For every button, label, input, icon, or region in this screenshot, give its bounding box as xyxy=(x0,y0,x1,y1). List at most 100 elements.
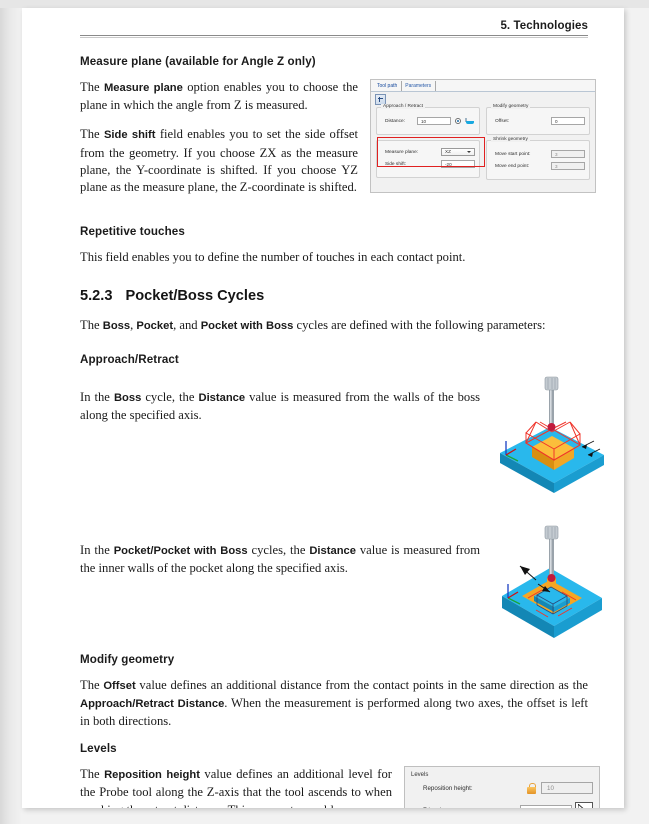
input-move-start-point[interactable]: 3 xyxy=(551,150,585,158)
heading-modify-geometry: Modify geometry xyxy=(80,653,588,666)
heading-repetitive-touches: Repetitive touches xyxy=(80,225,588,238)
screenshot-viewport: 5. Technologies Measure plane (available… xyxy=(0,0,649,824)
heading-measure-plane-text: Measure plane (available for Angle Z onl… xyxy=(80,55,316,68)
radio-direction[interactable] xyxy=(455,118,461,124)
tab-parameters[interactable]: Parameters xyxy=(402,81,437,91)
lock-icon[interactable] xyxy=(527,782,536,794)
p2-bold: Side shift xyxy=(103,129,156,142)
paragraph-measure-plane-1: The Measure plane option enables you to … xyxy=(80,79,358,114)
p1-bold: Measure plane xyxy=(103,82,183,94)
input-offset[interactable]: 0 xyxy=(551,117,585,125)
dropdown-measure-plane[interactable]: XZ xyxy=(441,148,475,156)
paragraph-pocket-distance: In the Pocket/Pocket with Boss cycles, t… xyxy=(80,542,480,577)
field-reposition-height: Reposition height: 10 xyxy=(411,782,593,795)
pb-b1: Boss xyxy=(102,320,131,333)
dialog-right-column: Modify geometry Offset: 0 Shrink geometr… xyxy=(486,104,590,185)
input-reposition-height[interactable]: 10 xyxy=(541,782,593,795)
pk-prefix: In the xyxy=(80,542,114,557)
group-title-shrink-geometry: Shrink geometry xyxy=(491,137,530,142)
group-title-modify-geometry: Modify geometry xyxy=(491,104,531,109)
measure-plane-text-column: The Measure plane option enables you to … xyxy=(80,79,358,208)
field-side-shift: Side shift: -20 xyxy=(381,160,475,168)
levels-group-title: Levels xyxy=(411,772,429,779)
pb-rest: cycles are defined with the following pa… xyxy=(293,318,546,333)
boss-probing-illustration xyxy=(500,376,604,493)
boss-text-column: In the Boss cycle, the Distance value is… xyxy=(80,375,480,436)
label-measure-plane: Measure plane: xyxy=(385,149,419,155)
dialog-tabstrip[interactable]: Tool path Parameters xyxy=(371,80,595,92)
pocket-probing-illustration xyxy=(502,525,602,638)
approach-direction-icon[interactable] xyxy=(464,118,475,125)
lv-b1: Reposition height xyxy=(104,769,200,782)
p2-prefix: The xyxy=(80,127,104,142)
input-side-shift[interactable]: -20 xyxy=(441,160,475,168)
label-side-shift: Side shift: xyxy=(385,161,407,167)
document-page: 5. Technologies Measure plane (available… xyxy=(22,8,624,808)
chevron-down-icon xyxy=(467,151,471,153)
group-approach-retract: Approach / Retract Distance: 10 xyxy=(376,104,480,135)
paragraph-modify-geometry: The Offset value defines an additional d… xyxy=(80,677,588,731)
pk-mid: cycles, the xyxy=(247,542,310,557)
heading-measure-plane: Measure plane (available for Angle Z onl… xyxy=(80,55,588,68)
mg-b1: Offset xyxy=(103,679,136,692)
pointer-cursor-icon xyxy=(575,802,593,808)
group-shrink-geometry: Shrink geometry Move start point: 3 Move… xyxy=(486,137,590,180)
levels-text-column: The Reposition height value defines an a… xyxy=(80,766,392,808)
label-z-level: Z level: xyxy=(423,807,443,808)
input-move-end-point[interactable]: 3 xyxy=(551,162,585,170)
pk-b2: Distance xyxy=(309,544,356,557)
toolpath-dialog-figure: Tool path Parameters Approach / Retract xyxy=(370,79,596,193)
mg-b2: Approach/Retract Distance xyxy=(80,697,225,710)
heading-pocket-boss-cycles: 5.2.3 Pocket/Boss Cycles xyxy=(80,288,588,304)
mg-mid: value defines an additional distance fro… xyxy=(135,677,588,692)
boss-row: In the Boss cycle, the Distance value is… xyxy=(80,375,604,500)
section-number: 5.2.3 xyxy=(80,288,113,305)
p1-prefix: The xyxy=(80,80,104,94)
label-distance: Distance: xyxy=(385,118,405,124)
paragraph-measure-plane-2: The Side shift field enables you to set … xyxy=(80,126,358,196)
dialog-body: Approach / Retract Distance: 10 Measure … xyxy=(371,104,595,192)
label-move-start-point: Move start point: xyxy=(495,151,531,157)
boss-b2: Distance xyxy=(198,391,246,404)
boss-prefix: In the xyxy=(80,389,114,404)
dropdown-measure-plane-value: XZ xyxy=(445,149,451,154)
group-title-approach-retract: Approach / Retract xyxy=(381,104,425,109)
boss-mid: cycle, the xyxy=(141,389,199,404)
heading-modify-geometry-text: Modify geometry xyxy=(80,652,175,666)
paragraph-boss-distance: In the Boss cycle, the Distance value is… xyxy=(80,389,480,424)
group-measure-plane: Measure plane: XZ Side shift: -20 xyxy=(376,140,480,178)
heading-levels: Levels xyxy=(80,742,588,755)
running-head: 5. Technologies xyxy=(500,20,588,32)
field-move-start-point: Move start point: 3 xyxy=(491,150,585,158)
pb-mid2: , and xyxy=(173,318,201,333)
tab-tool-path[interactable]: Tool path xyxy=(374,81,403,91)
boss-figure-column xyxy=(492,375,610,500)
section-title: Pocket/Boss Cycles xyxy=(125,288,265,305)
pb-b3: Pocket with Boss xyxy=(200,320,294,333)
pb-prefix: The xyxy=(80,318,103,333)
heading-levels-text: Levels xyxy=(80,742,117,756)
levels-dialog-figure: Levels Reposition height: 10 Z level: -3… xyxy=(404,766,600,808)
label-offset: Offset: xyxy=(495,118,510,124)
heading-repetitive-touches-text: Repetitive touches xyxy=(80,225,185,239)
pocket-figure-column xyxy=(492,522,610,645)
measure-plane-row: The Measure plane option enables you to … xyxy=(80,79,596,208)
boss-b1: Boss xyxy=(113,391,142,404)
paragraph-repetitive-touches: This field enables you to define the num… xyxy=(80,250,466,265)
pk-b1: Pocket/Pocket with Boss xyxy=(113,544,248,557)
mg-prefix: The xyxy=(80,677,104,692)
lv-prefix: The xyxy=(80,767,105,782)
label-move-end-point: Move end point: xyxy=(495,163,530,169)
label-reposition-height: Reposition height: xyxy=(423,784,473,792)
toolpath-dialog[interactable]: Tool path Parameters Approach / Retract xyxy=(370,79,596,193)
dialog-left-column: Approach / Retract Distance: 10 Measure … xyxy=(376,104,480,185)
page-backdrop-top xyxy=(0,0,649,8)
input-distance[interactable]: 10 xyxy=(417,117,451,125)
levels-dialog[interactable]: Levels Reposition height: 10 Z level: -3… xyxy=(404,766,600,808)
field-z-level: Z level: -30 xyxy=(411,802,593,808)
header-rule xyxy=(80,35,588,38)
input-z-level[interactable]: -30 xyxy=(520,804,572,808)
field-offset: Offset: 0 xyxy=(491,117,585,125)
pocket-row: In the Pocket/Pocket with Boss cycles, t… xyxy=(80,522,602,645)
heading-approach-retract: Approach/Retract xyxy=(80,353,588,366)
